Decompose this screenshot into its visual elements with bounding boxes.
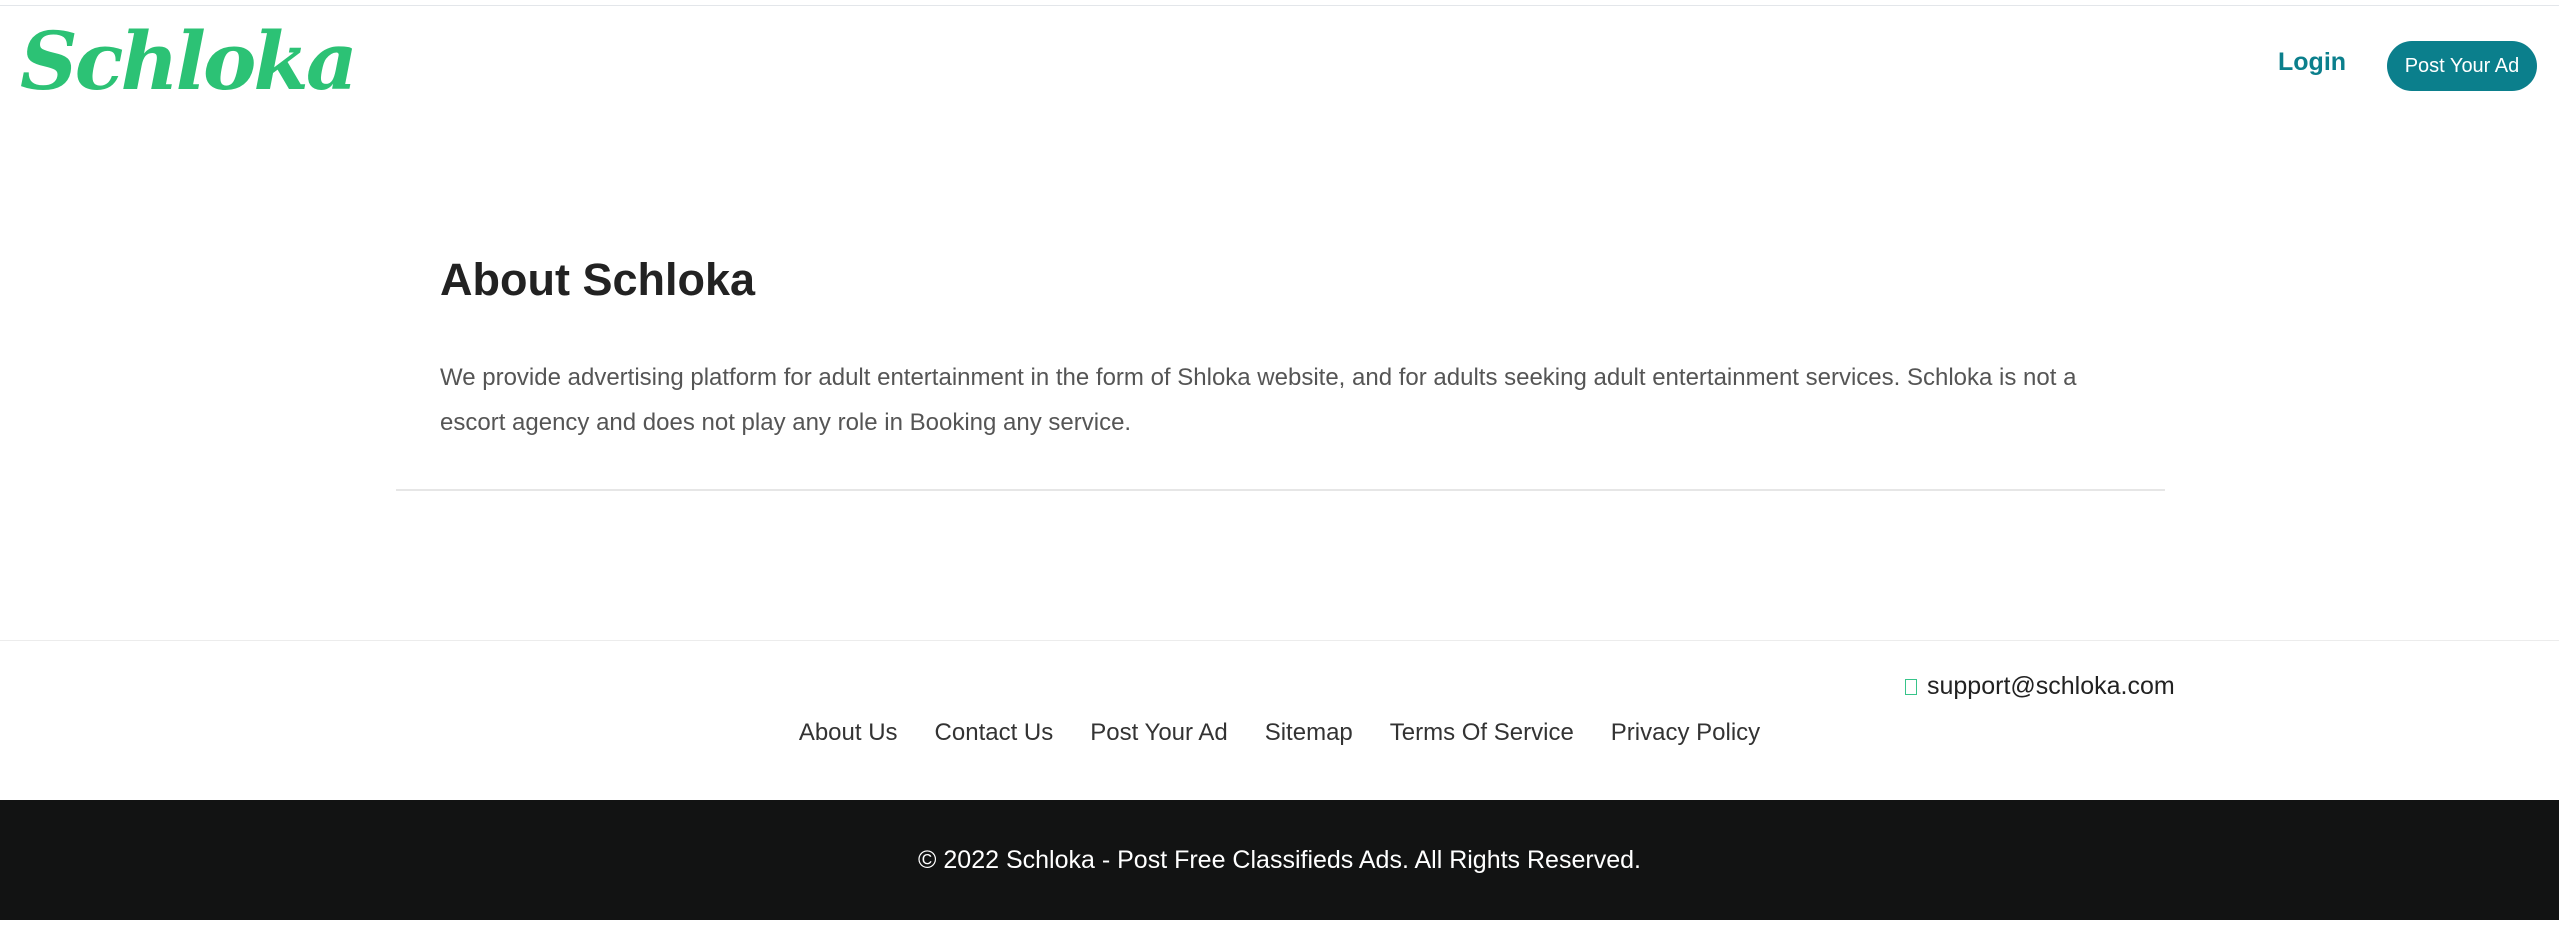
footer-link-privacy-policy[interactable]: Privacy Policy bbox=[1611, 716, 1760, 750]
footer-link-contact-us[interactable]: Contact Us bbox=[935, 716, 1054, 750]
footer-nav: About Us Contact Us Post Your Ad Sitemap… bbox=[0, 716, 2559, 750]
footer-link-about-us[interactable]: About Us bbox=[799, 716, 898, 750]
footer-link-terms-of-service[interactable]: Terms Of Service bbox=[1390, 716, 1574, 750]
envelope-icon bbox=[1905, 678, 1917, 695]
support-email[interactable]: support@schloka.com bbox=[1905, 672, 2175, 701]
footer-link-sitemap[interactable]: Sitemap bbox=[1265, 716, 1353, 750]
site-header: Schloka Login Post Your Ad bbox=[0, 6, 2559, 116]
support-email-text[interactable]: support@schloka.com bbox=[1927, 672, 2175, 701]
section-divider bbox=[396, 489, 2165, 491]
login-link[interactable]: Login bbox=[2278, 48, 2346, 77]
about-section: About Schloka We provide advertising pla… bbox=[440, 250, 2080, 436]
site-logo[interactable]: Schloka bbox=[20, 16, 358, 106]
copyright-bar: © 2022 Schloka - Post Free Classifieds A… bbox=[0, 800, 2559, 920]
about-description: We provide advertising platform for adul… bbox=[440, 364, 2077, 436]
page-title: About Schloka bbox=[440, 254, 756, 305]
footer-divider bbox=[0, 640, 2559, 641]
post-your-ad-button[interactable]: Post Your Ad bbox=[2387, 41, 2537, 91]
footer-link-post-your-ad[interactable]: Post Your Ad bbox=[1090, 716, 1227, 750]
copyright-text: © 2022 Schloka - Post Free Classifieds A… bbox=[918, 845, 1641, 874]
